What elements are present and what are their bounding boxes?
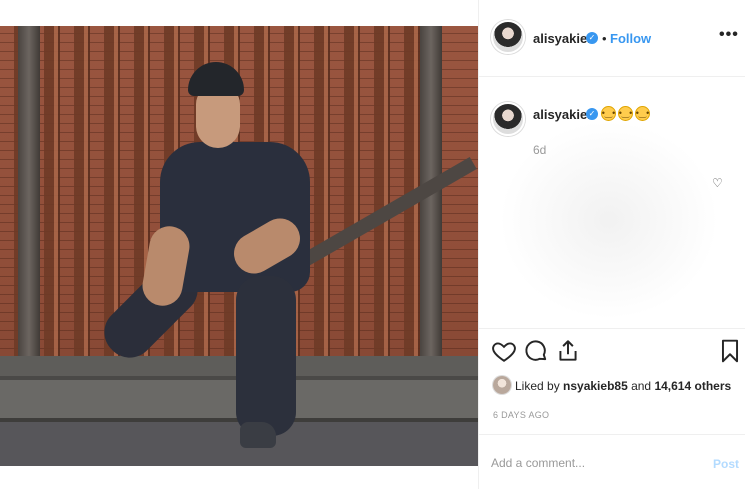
small-heart-icon[interactable]: ♡ — [712, 176, 723, 190]
header-divider — [479, 76, 745, 77]
flushed-emoji-icon: •‿• — [635, 106, 650, 121]
verified-badge-icon: ✓ — [586, 108, 598, 120]
bookmark-icon[interactable] — [717, 338, 743, 364]
actions-divider — [479, 328, 745, 329]
post-comment-button[interactable]: Post — [713, 457, 739, 471]
liked-by-text: Liked by nsyakieb85 and 14,614 others — [515, 379, 731, 393]
liked-by-and: and — [627, 379, 655, 393]
liked-by-count[interactable]: 14,614 others — [654, 379, 731, 393]
seated-man — [0, 26, 478, 466]
liked-by-prefix: Liked by — [515, 379, 564, 393]
action-bar — [491, 338, 741, 366]
post-side-panel: alisyakieb ✓ • Follow ••• alisyakieb ✓ •… — [478, 0, 745, 489]
shoe — [240, 422, 276, 448]
more-options-icon[interactable]: ••• — [719, 26, 739, 44]
comment-input[interactable] — [491, 452, 691, 474]
leg — [236, 276, 296, 436]
heart-icon[interactable] — [491, 338, 517, 364]
caption-emojis: •‿• •‿• •‿• — [601, 106, 650, 121]
follow-button[interactable]: Follow — [610, 31, 651, 46]
blurred-comments-area — [499, 120, 719, 320]
profile-avatar[interactable] — [491, 20, 525, 54]
caption-avatar[interactable] — [491, 102, 525, 136]
comment-divider — [479, 434, 745, 435]
caption-age[interactable]: 6d — [533, 143, 546, 157]
flushed-emoji-icon: •‿• — [601, 106, 616, 121]
separator-dot: • — [602, 31, 607, 46]
liker-avatar[interactable] — [493, 376, 511, 394]
cap — [188, 62, 244, 96]
post-timestamp[interactable]: 6 DAYS AGO — [493, 410, 549, 420]
share-icon[interactable] — [555, 338, 581, 364]
liked-by-user[interactable]: nsyakieb85 — [563, 379, 628, 393]
flushed-emoji-icon: •‿• — [618, 106, 633, 121]
comment-icon[interactable] — [523, 338, 549, 364]
post-photo[interactable] — [0, 26, 478, 466]
verified-badge-icon: ✓ — [586, 32, 598, 44]
